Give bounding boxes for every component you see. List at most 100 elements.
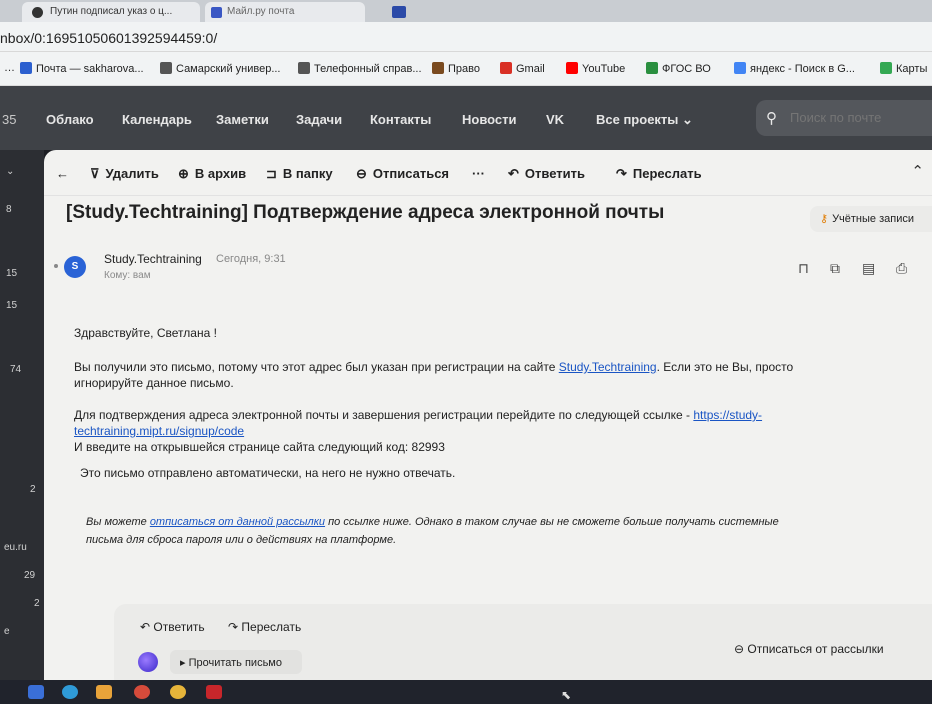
folder-count[interactable]: 8: [6, 204, 12, 215]
bookmark-icon[interactable]: ⊓: [798, 260, 809, 277]
url-text[interactable]: nbox/0:16951050601392594459:0/: [0, 30, 217, 46]
unread-dot-icon[interactable]: [54, 264, 58, 268]
bookmark-item[interactable]: Самарский универ...: [160, 62, 280, 75]
bookmark-item[interactable]: Карты: [880, 62, 927, 75]
browser-tab-strip: Путин подписал указ о ц... Майл.ру почта: [0, 0, 932, 22]
trash-icon: ⊽: [90, 166, 100, 181]
os-taskbar: [0, 680, 932, 704]
chrome-icon[interactable]: [134, 685, 150, 699]
message-date: Сегодня, 9:31: [216, 253, 286, 265]
delete-button[interactable]: ⊽ Удалить: [90, 166, 159, 182]
gmail-icon: [500, 62, 512, 74]
bookmark-favicon-icon: [160, 62, 172, 74]
unsubscribe-link[interactable]: отписаться от данной рассылки: [150, 516, 325, 528]
bookmark-item[interactable]: ФГОС ВО: [646, 62, 711, 75]
search-icon: ⚲: [766, 110, 777, 127]
reply-icon: ↶: [508, 166, 519, 181]
sender-name[interactable]: Study.Techtraining: [104, 252, 202, 266]
reply-bar: ↶ Ответить ↷ Переслать ▸ Прочитать письм…: [114, 604, 932, 680]
archive-button[interactable]: ⊕ В архив: [178, 166, 246, 182]
folder-label[interactable]: e: [4, 626, 10, 637]
quick-reply-button[interactable]: ↶ Ответить: [140, 620, 205, 634]
minus-circle-icon: ⊖: [356, 166, 367, 181]
nav-notes[interactable]: Заметки: [216, 112, 269, 127]
folder-count[interactable]: 15: [6, 268, 17, 279]
avatar[interactable]: S: [64, 256, 86, 278]
address-bar[interactable]: nbox/0:16951050601392594459:0/: [0, 22, 932, 52]
signup-link[interactable]: techtraining.mipt.ru/signup/code: [74, 424, 244, 438]
nav-tasks[interactable]: Задачи: [296, 112, 342, 127]
google-icon: [734, 62, 746, 74]
windows-icon[interactable]: [28, 685, 44, 699]
archive-icon: ⊕: [178, 166, 189, 181]
search-input[interactable]: [790, 110, 930, 125]
back-button[interactable]: ←: [56, 166, 69, 181]
mail-icon: [20, 62, 32, 74]
unsubscribe-button[interactable]: ⊖ Отписаться: [356, 166, 449, 182]
bookmark-item[interactable]: яндекс - Поиск в G...: [734, 62, 855, 75]
youtube-icon: [566, 62, 578, 74]
nav-calendar[interactable]: Календарь: [122, 112, 192, 127]
body-paragraph: письма для сброса пароля или о действиях…: [86, 534, 397, 546]
browser-tab[interactable]: Майл.ру почта: [205, 2, 365, 22]
body-paragraph: Вы можете отписаться от данной рассылки …: [86, 516, 779, 528]
collapse-folders-icon[interactable]: ⌄: [6, 166, 14, 177]
bookmark-item[interactable]: Почта — sakharova...: [20, 62, 144, 75]
recipient-line: Кому: вам: [104, 270, 151, 281]
bookmark-overflow[interactable]: …: [4, 62, 15, 74]
edge-icon[interactable]: [62, 685, 78, 699]
body-paragraph: игнорируйте данное письмо.: [74, 376, 234, 390]
minus-circle-icon: ⊖: [734, 642, 748, 656]
folder-label[interactable]: eu.ru: [4, 542, 27, 553]
folder-count[interactable]: 29: [24, 570, 35, 581]
app-icon[interactable]: [206, 685, 222, 699]
folder-count[interactable]: 74: [10, 364, 21, 375]
bookmark-item[interactable]: YouTube: [566, 62, 625, 75]
key-icon: ⚷: [820, 213, 829, 225]
play-icon: ▸: [180, 657, 189, 669]
folder-icon: ⊐: [266, 166, 277, 181]
folder-count[interactable]: 2: [30, 484, 36, 495]
message-toolbar: ← ⊽ Удалить ⊕ В архив ⊐ В папку ⊖ Отписаться…: [44, 150, 932, 196]
accounts-button[interactable]: ⚷ Учётные записи: [810, 206, 932, 232]
body-paragraph: Это письмо отправлено автоматически, на …: [80, 466, 456, 480]
tab-favicon-icon: [32, 7, 43, 18]
chevron-up-icon[interactable]: ⌃: [911, 162, 924, 180]
calendar-icon[interactable]: ▤: [862, 260, 875, 277]
active-tab-icon[interactable]: [392, 6, 406, 18]
signup-link[interactable]: https://study-: [693, 408, 762, 422]
greeting: Здравствуйте, Светлана !: [74, 326, 217, 340]
quick-forward-button[interactable]: ↷ Переслать: [228, 620, 301, 634]
tab-label: Путин подписал указ о ц...: [50, 6, 173, 17]
app-icon[interactable]: [170, 685, 186, 699]
nav-all-projects[interactable]: Все проекты ⌄: [596, 112, 693, 128]
unsubscribe-mailing-button[interactable]: ⊖ Отписаться от рассылки: [734, 642, 884, 656]
mail-top-nav: 35 Облако Календарь Заметки Задачи Конта…: [0, 86, 932, 150]
assistant-icon[interactable]: [138, 652, 158, 672]
nav-vk[interactable]: VK: [546, 112, 564, 127]
maps-icon: [880, 62, 892, 74]
explorer-icon[interactable]: [96, 685, 112, 699]
body-paragraph: Для подтверждения адреса электронной поч…: [74, 408, 763, 422]
more-button[interactable]: ···: [472, 166, 485, 181]
verification-code-line: И введите на открывшейся странице сайта …: [74, 440, 445, 454]
bookmark-item[interactable]: Телефонный справ...: [298, 62, 422, 75]
site-link[interactable]: Study.Techtraining: [559, 360, 657, 374]
forward-button[interactable]: ↷ Переслать: [616, 166, 702, 182]
translate-icon[interactable]: ⧉: [830, 260, 840, 277]
bookmark-favicon-icon: [432, 62, 444, 74]
folder-count[interactable]: 15: [6, 300, 17, 311]
bookmark-item[interactable]: Gmail: [500, 62, 545, 75]
nav-cloud[interactable]: Облако: [46, 112, 94, 127]
search-box[interactable]: ⚲: [756, 100, 932, 136]
nav-contacts[interactable]: Контакты: [370, 112, 431, 127]
print-icon[interactable]: ⎙: [896, 260, 907, 277]
read-aloud-button[interactable]: ▸ Прочитать письмо: [170, 650, 302, 674]
move-to-folder-button[interactable]: ⊐ В папку: [266, 166, 333, 182]
folder-count[interactable]: 2: [34, 598, 40, 609]
nav-news[interactable]: Новости: [462, 112, 517, 127]
browser-tab[interactable]: Путин подписал указ о ц...: [22, 2, 200, 22]
body-paragraph: Вы получили это письмо, потому что этот …: [74, 360, 794, 374]
bookmark-item[interactable]: Право: [432, 62, 480, 75]
reply-button[interactable]: ↶ Ответить: [508, 166, 585, 182]
